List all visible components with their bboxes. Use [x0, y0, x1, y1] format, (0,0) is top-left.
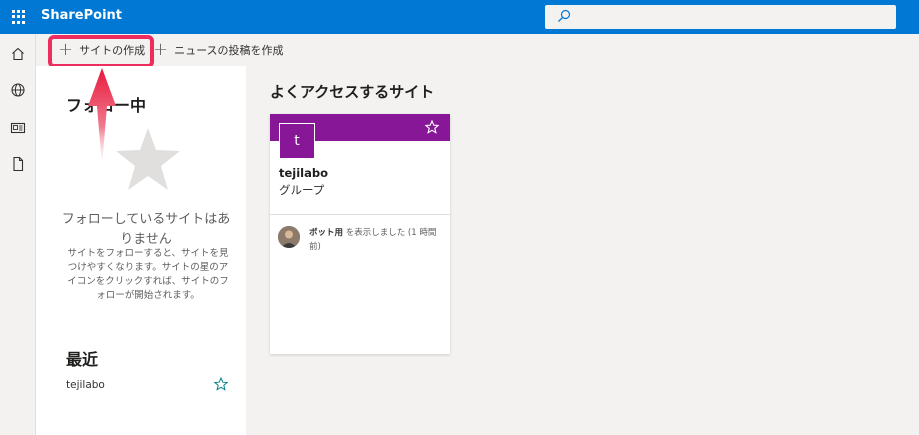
divider — [270, 214, 450, 215]
document-icon[interactable] — [10, 156, 26, 172]
site-logo: t — [279, 123, 315, 159]
highlight-box — [48, 35, 154, 68]
arrow-annotation-icon — [88, 68, 116, 166]
home-icon[interactable] — [10, 46, 26, 62]
news-icon[interactable] — [10, 120, 26, 136]
activity-actor: ボット用 — [309, 228, 344, 238]
star-icon — [116, 128, 180, 190]
empty-state-description: サイトをフォローすると、サイトを見つけやすくなります。サイトの星のアイコンをクリ… — [67, 248, 229, 301]
create-news-button[interactable]: + ニュースの投稿を作成 — [153, 34, 284, 66]
command-bar: + サイトの作成 + ニュースの投稿を作成 — [36, 34, 919, 66]
frequent-sites-heading: よくアクセスするサイト — [270, 83, 435, 101]
site-card[interactable]: t tejilabo グループ ボット用 を表示しました (1 時間前) — [270, 114, 450, 354]
site-type: グループ — [279, 183, 325, 197]
following-panel: フォロー中 フォローしているサイトはありません サイトをフォローすると、サイトを… — [36, 66, 246, 435]
search-input[interactable] — [545, 5, 896, 29]
empty-state-title: フォローしているサイトはありません — [61, 212, 231, 247]
app-title[interactable]: SharePoint — [41, 8, 122, 23]
app-launcher-icon[interactable] — [12, 10, 26, 24]
site-name[interactable]: tejilabo — [279, 166, 328, 180]
create-news-label: ニュースの投稿を作成 — [174, 44, 284, 57]
recent-heading: 最近 — [66, 350, 99, 369]
follow-star-icon[interactable] — [214, 377, 228, 391]
globe-icon[interactable] — [10, 82, 26, 98]
recent-item[interactable]: tejilabo — [66, 379, 105, 391]
search-icon — [558, 9, 571, 22]
follow-star-icon[interactable] — [425, 120, 439, 134]
site-activity: ボット用 を表示しました (1 時間前) — [309, 226, 444, 254]
left-nav-rail — [0, 34, 36, 435]
plus-icon: + — [153, 39, 169, 60]
suite-bar: SharePoint — [0, 0, 919, 34]
avatar — [278, 226, 300, 248]
